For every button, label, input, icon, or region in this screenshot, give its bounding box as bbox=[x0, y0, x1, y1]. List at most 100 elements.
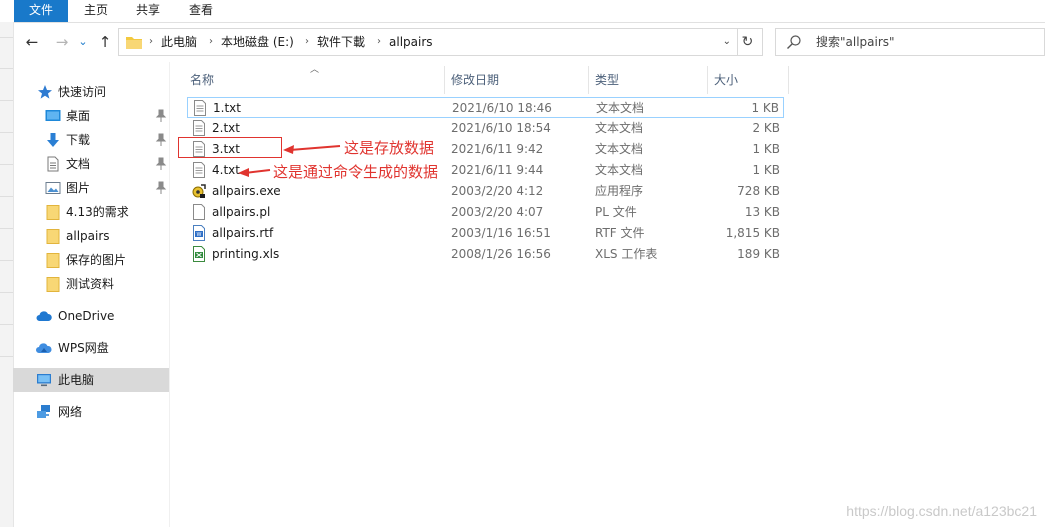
file-row[interactable]: 1.txt 2021/6/10 18:46 文本文档 1 KB bbox=[187, 97, 784, 118]
breadcrumb-separator[interactable]: › bbox=[149, 29, 153, 55]
wps-cloud-icon bbox=[36, 343, 52, 353]
sidebar-item-label: 4.13的需求 bbox=[66, 205, 129, 219]
pin-icon[interactable] bbox=[155, 109, 167, 123]
navigation-pane: 快速访问 桌面 下载 文档 图片 4.13的需求 allpairs 保存的图片 … bbox=[13, 62, 170, 527]
breadcrumb-separator[interactable]: › bbox=[305, 29, 309, 55]
download-icon bbox=[47, 133, 59, 147]
file-row[interactable]: allpairs.exe 2003/2/20 4:12 应用程序 728 KB bbox=[187, 181, 784, 202]
sidebar-item-folder-test-data[interactable]: 测试资料 bbox=[13, 272, 169, 296]
file-name[interactable]: allpairs.pl bbox=[212, 202, 270, 223]
sidebar-item-pictures[interactable]: 图片 bbox=[13, 176, 169, 200]
sidebar-item-network[interactable]: 网络 bbox=[13, 400, 169, 424]
sidebar-item-documents[interactable]: 文档 bbox=[13, 152, 169, 176]
breadcrumb-software-download[interactable]: 软件下載 bbox=[317, 29, 365, 55]
document-icon bbox=[47, 156, 59, 172]
file-size: 1 KB bbox=[751, 101, 779, 115]
sidebar-item-label: 下载 bbox=[66, 133, 91, 147]
file-name[interactable]: printing.xls bbox=[212, 244, 279, 265]
column-header-type[interactable]: 类型 bbox=[589, 66, 708, 94]
file-date: 2021/6/10 18:54 bbox=[451, 121, 551, 135]
search-icon bbox=[787, 35, 801, 49]
file-row[interactable]: W allpairs.rtf 2003/1/16 16:51 RTF 文件 1,… bbox=[187, 223, 784, 244]
tab-view[interactable]: 查看 bbox=[178, 0, 224, 22]
search-placeholder: 搜索"allpairs" bbox=[816, 35, 895, 49]
file-name[interactable]: 2.txt bbox=[212, 118, 240, 139]
file-size: 1,815 KB bbox=[725, 226, 780, 240]
breadcrumb-drive-e[interactable]: 本地磁盘 (E:) bbox=[221, 29, 294, 55]
forward-button[interactable]: → bbox=[53, 33, 71, 51]
pin-icon[interactable] bbox=[155, 181, 167, 195]
breadcrumb-separator[interactable]: › bbox=[209, 29, 213, 55]
file-type: 文本文档 bbox=[595, 163, 644, 177]
left-edge-strip bbox=[0, 22, 14, 527]
blank-file-icon bbox=[193, 204, 205, 220]
star-icon bbox=[38, 85, 52, 99]
file-date: 2003/2/20 4:07 bbox=[451, 205, 544, 219]
computer-icon bbox=[37, 374, 51, 387]
pin-icon[interactable] bbox=[155, 133, 167, 147]
cloud-icon bbox=[36, 311, 52, 321]
sidebar-item-label: OneDrive bbox=[58, 309, 115, 323]
file-date: 2003/2/20 4:12 bbox=[451, 184, 544, 198]
sidebar-item-this-pc[interactable]: 此电脑 bbox=[13, 368, 169, 392]
file-size: 2 KB bbox=[752, 121, 780, 135]
file-date: 2008/1/26 16:56 bbox=[451, 247, 551, 261]
annotation-generated-label: 这是通过命令生成的数据 bbox=[273, 163, 439, 181]
sidebar-item-label: 测试资料 bbox=[66, 277, 115, 291]
sidebar-item-onedrive[interactable]: OneDrive bbox=[13, 304, 169, 328]
file-list: ︿ 名称 修改日期 类型 大小 1.txt 2021/6/10 18:46 文本… bbox=[170, 62, 1045, 527]
tab-home[interactable]: 主页 bbox=[74, 0, 118, 22]
address-field[interactable]: › 此电脑 › 本地磁盘 (E:) › 软件下載 › allpairs ⌄ bbox=[118, 28, 738, 56]
refresh-button[interactable]: ↻ bbox=[733, 28, 763, 56]
sidebar-item-wps-drive[interactable]: WPS网盘 bbox=[13, 336, 169, 360]
tab-share[interactable]: 共享 bbox=[126, 0, 170, 22]
file-row[interactable]: printing.xls 2008/1/26 16:56 XLS 工作表 189… bbox=[187, 244, 784, 265]
sidebar-item-quick-access[interactable]: 快速访问 bbox=[13, 80, 169, 104]
ribbon: 文件 主页 共享 查看 bbox=[0, 0, 1045, 23]
file-type: 文本文档 bbox=[595, 142, 644, 156]
file-name[interactable]: allpairs.rtf bbox=[212, 223, 273, 244]
breadcrumb-this-pc[interactable]: 此电脑 bbox=[161, 29, 197, 55]
up-button[interactable]: ↑ bbox=[96, 33, 114, 51]
column-header-name[interactable]: 名称 bbox=[184, 66, 445, 94]
file-row[interactable]: allpairs.pl 2003/2/20 4:07 PL 文件 13 KB bbox=[187, 202, 784, 223]
folder-icon bbox=[126, 37, 142, 49]
sidebar-item-downloads[interactable]: 下载 bbox=[13, 128, 169, 152]
watermark: https://blog.csdn.net/a123bc21 bbox=[846, 503, 1037, 519]
column-header-size[interactable]: 大小 bbox=[708, 66, 789, 94]
network-icon bbox=[37, 405, 50, 418]
breadcrumb-separator[interactable]: › bbox=[377, 29, 381, 55]
breadcrumb-allpairs[interactable]: allpairs bbox=[389, 29, 433, 55]
sidebar-item-desktop[interactable]: 桌面 bbox=[13, 104, 169, 128]
folder-icon bbox=[46, 205, 60, 220]
exe-file-icon bbox=[192, 184, 206, 198]
text-file-icon bbox=[194, 100, 206, 116]
file-type: PL 文件 bbox=[595, 205, 637, 219]
file-type: RTF 文件 bbox=[595, 226, 645, 240]
sidebar-item-folder-4-13[interactable]: 4.13的需求 bbox=[13, 200, 169, 224]
sidebar-item-label: WPS网盘 bbox=[58, 341, 109, 355]
file-name[interactable]: 4.txt bbox=[212, 160, 240, 181]
sidebar-item-folder-saved-pictures[interactable]: 保存的图片 bbox=[13, 248, 169, 272]
rtf-file-icon: W bbox=[193, 225, 205, 241]
picture-icon bbox=[45, 182, 61, 194]
search-input[interactable]: 搜索"allpairs" bbox=[775, 28, 1045, 56]
file-row[interactable]: 2.txt 2021/6/10 18:54 文本文档 2 KB bbox=[187, 118, 784, 139]
desktop-icon bbox=[45, 110, 61, 121]
tab-file[interactable]: 文件 bbox=[14, 0, 68, 22]
sidebar-item-label: 此电脑 bbox=[58, 373, 95, 387]
folder-icon bbox=[46, 277, 60, 292]
back-button[interactable]: ← bbox=[23, 33, 41, 51]
file-date: 2003/1/16 16:51 bbox=[451, 226, 551, 240]
file-name[interactable]: allpairs.exe bbox=[212, 181, 281, 202]
file-name[interactable]: 1.txt bbox=[213, 98, 241, 119]
file-type: 文本文档 bbox=[595, 121, 644, 135]
sidebar-item-label: 网络 bbox=[58, 405, 83, 419]
recent-locations-button[interactable]: ⌄ bbox=[77, 33, 89, 51]
sidebar-item-folder-allpairs[interactable]: allpairs bbox=[13, 224, 169, 248]
column-header-date[interactable]: 修改日期 bbox=[445, 66, 589, 94]
chevron-down-icon[interactable]: ⌄ bbox=[723, 29, 731, 55]
pin-icon[interactable] bbox=[155, 157, 167, 171]
file-size: 728 KB bbox=[737, 184, 780, 198]
annotation-highlight-box bbox=[178, 137, 282, 158]
